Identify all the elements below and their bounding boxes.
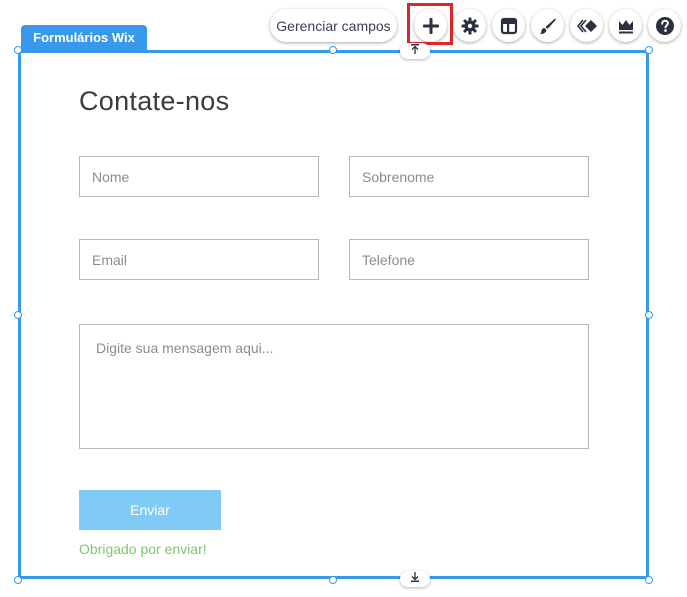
upgrade-button[interactable] — [609, 9, 642, 42]
resize-handle-bottom-right[interactable] — [645, 576, 653, 584]
top-drag-handle[interactable] — [400, 43, 430, 59]
success-message: Obrigado por enviar! — [79, 541, 207, 557]
editor-stage: Gerenciar campos Formulários Wix Contate… — [0, 0, 687, 597]
resize-handle-top[interactable] — [329, 46, 337, 54]
help-button[interactable] — [648, 9, 681, 42]
first-name-placeholder: Nome — [92, 168, 130, 185]
layout-icon — [500, 17, 518, 35]
arrow-to-top-icon — [409, 42, 421, 60]
settings-button[interactable] — [453, 9, 486, 42]
first-name-field[interactable]: Nome — [79, 156, 319, 197]
message-field[interactable]: Digite sua mensagem aqui... — [79, 324, 589, 449]
message-placeholder: Digite sua mensagem aqui... — [96, 340, 274, 356]
form-title: Contate-nos — [79, 86, 230, 116]
component-name-tag: Formulários Wix — [21, 25, 147, 50]
arrow-to-bottom-icon — [409, 570, 421, 588]
resize-handle-top-right[interactable] — [645, 46, 653, 54]
resize-handle-right[interactable] — [645, 311, 653, 319]
animation-icon — [576, 17, 598, 35]
submit-label: Enviar — [130, 502, 170, 518]
email-placeholder: Email — [92, 251, 128, 268]
help-icon — [655, 16, 675, 36]
bottom-drag-handle[interactable] — [400, 571, 430, 587]
gear-icon — [461, 17, 479, 35]
layout-button[interactable] — [492, 9, 525, 42]
highlight-box — [407, 3, 453, 45]
crown-icon — [617, 17, 635, 35]
submit-button[interactable]: Enviar — [79, 490, 221, 530]
resize-handle-bottom-left[interactable] — [14, 576, 22, 584]
phone-placeholder: Telefone — [362, 251, 415, 268]
last-name-field[interactable]: Sobrenome — [349, 156, 589, 197]
resize-handle-bottom[interactable] — [329, 576, 337, 584]
manage-fields-button[interactable]: Gerenciar campos — [270, 9, 397, 42]
phone-field[interactable]: Telefone — [349, 239, 589, 280]
component-name-label: Formulários Wix — [33, 30, 135, 45]
design-button[interactable] — [531, 9, 564, 42]
paintbrush-icon — [539, 17, 557, 35]
resize-handle-left[interactable] — [14, 311, 22, 319]
resize-handle-top-left[interactable] — [14, 46, 22, 54]
last-name-placeholder: Sobrenome — [362, 168, 435, 185]
manage-fields-label: Gerenciar campos — [276, 17, 391, 34]
animation-button[interactable] — [570, 9, 603, 42]
email-field[interactable]: Email — [79, 239, 319, 280]
